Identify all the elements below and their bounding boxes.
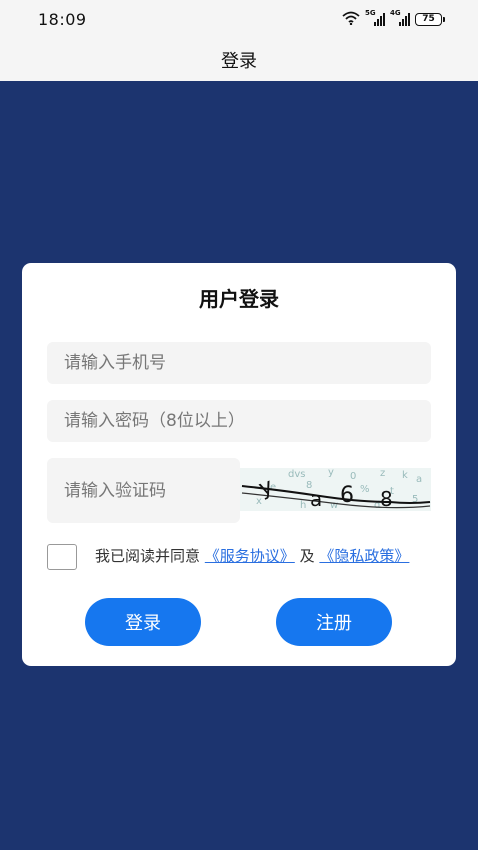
signal-5g-icon: 5G [365, 9, 385, 26]
svg-text:h: h [300, 500, 306, 511]
nav-bar: 登录 [0, 38, 478, 81]
signal-4g-icon: 4G [390, 9, 410, 26]
phone-input[interactable] [47, 342, 431, 384]
svg-text:dvs: dvs [288, 469, 305, 480]
svg-text:%: % [360, 484, 370, 495]
svg-text:y: y [328, 468, 334, 478]
password-input[interactable] [47, 400, 431, 442]
status-bar: 18:09 5G 4G 75 [0, 0, 478, 38]
agree-prefix: 我已阅读并同意 [95, 547, 201, 565]
login-button[interactable]: 登录 [85, 598, 201, 646]
captcha-char: 8 [380, 487, 393, 511]
svg-text:k: k [402, 470, 408, 481]
svg-text:0: 0 [350, 471, 356, 482]
privacy-policy-link[interactable]: 《隐私政策》 [319, 547, 409, 565]
captcha-char: 6 [340, 483, 354, 508]
svg-text:z: z [380, 468, 385, 479]
service-agreement-link[interactable]: 《服务协议》 [205, 547, 295, 565]
wifi-icon [342, 10, 360, 29]
captcha-input[interactable] [47, 458, 240, 523]
status-time: 18:09 [38, 10, 87, 29]
battery-icon: 75 [415, 12, 445, 26]
status-icons: 5G 4G 75 [342, 9, 445, 29]
svg-text:a: a [416, 474, 422, 485]
form-title: 用户登录 [199, 287, 279, 311]
agree-and: 及 [299, 547, 315, 565]
captcha-image[interactable]: dvs y 0 zka e 8% t5x wdh y a 6 8 [240, 468, 431, 511]
captcha-graphic: dvs y 0 zka e 8% t5x w dh y a 6 8 [240, 468, 431, 511]
agreement-text: 我已阅读并同意 《服务协议》 及 《隐私政策》 [47, 545, 442, 567]
battery-level: 75 [422, 14, 435, 24]
svg-text:w: w [330, 500, 338, 511]
captcha-char: a [310, 487, 322, 511]
register-button[interactable]: 注册 [276, 598, 392, 646]
page-title: 登录 [221, 50, 257, 72]
svg-text:x: x [256, 496, 262, 507]
